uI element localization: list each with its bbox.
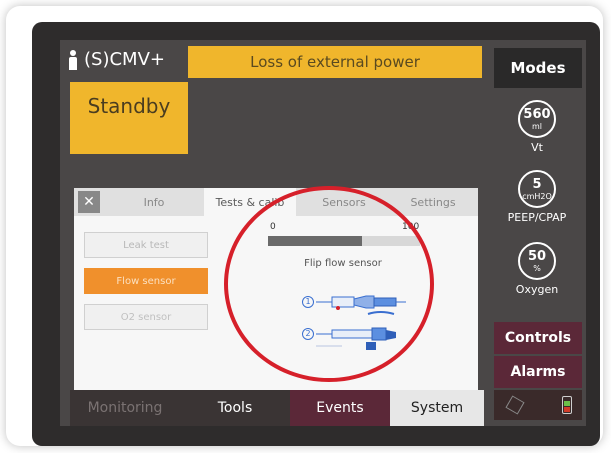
adult-patient-icon [68,50,78,70]
close-icon[interactable]: ✕ [78,191,100,213]
vt-label: Vt [531,141,543,154]
ventilation-mode[interactable]: (S)CMV+ [68,46,165,74]
tab-tools[interactable]: Tools [180,390,290,426]
mode-text: (S)CMV+ [84,49,165,70]
peep-label: PEEP/CPAP [507,211,567,224]
alarm-banner[interactable]: Loss of external power [188,46,482,78]
peep-control[interactable]: 5 cmH2O PEEP/CPAP [488,170,586,224]
power-status-area [494,390,582,420]
controls-button[interactable]: Controls [494,322,582,354]
leak-test-button[interactable]: Leak test [84,232,208,258]
peep-dial: 5 cmH2O [518,170,556,208]
oxygen-label: Oxygen [515,283,559,296]
tab-events[interactable]: Events [290,390,390,426]
flow-sensor-button[interactable]: Flow sensor [84,268,208,294]
vt-control[interactable]: 560 ml Vt [488,100,586,154]
right-panel: Modes 560 ml Vt 5 cmH2O PEEP/CPAP 50 % O… [488,40,586,426]
tab-system[interactable]: System [390,390,484,426]
tab-settings[interactable]: Settings [392,188,474,216]
tab-monitoring[interactable]: Monitoring [70,390,180,426]
standby-button[interactable]: Standby [70,82,188,154]
tab-info[interactable]: Info [104,188,204,216]
battery-icon [562,396,572,414]
vt-dial: 560 ml [518,100,556,138]
highlight-circle [224,186,434,382]
o2-sensor-button[interactable]: O2 sensor [84,304,208,330]
alarms-button[interactable]: Alarms [494,356,582,388]
bottom-tab-bar: Monitoring Tools Events System [70,390,484,426]
plug-icon [505,395,525,415]
oxygen-control[interactable]: 50 % Oxygen [488,242,586,296]
modes-button[interactable]: Modes [494,48,582,88]
oxygen-dial: 50 % [518,242,556,280]
